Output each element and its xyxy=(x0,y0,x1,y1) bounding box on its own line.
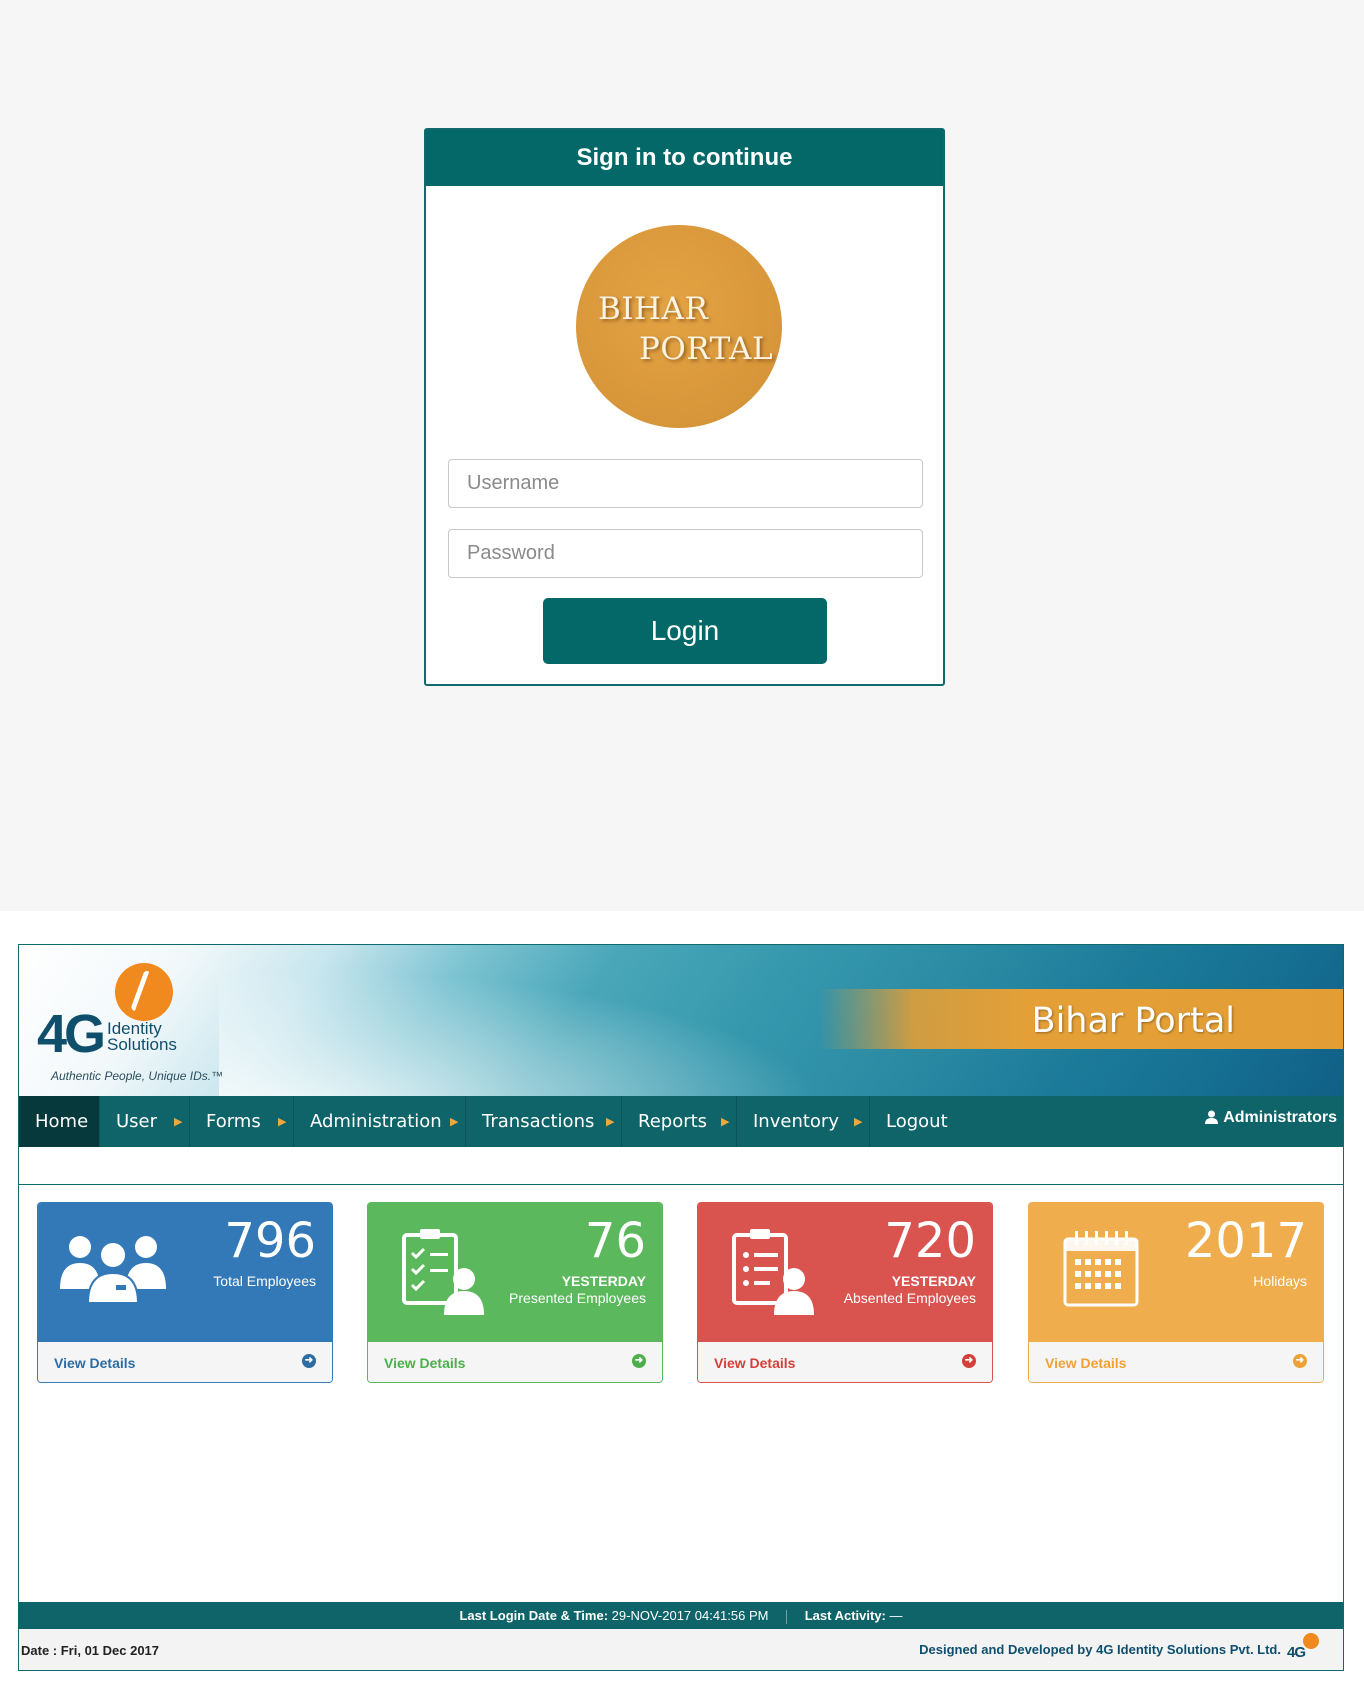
footer-company-logo: 4G xyxy=(1287,1633,1325,1667)
last-login-bar: Last Login Date & Time: 29-NOV-2017 04:4… xyxy=(19,1602,1343,1629)
last-activity-value: — xyxy=(889,1608,903,1623)
last-activity-label: Last Activity: xyxy=(804,1608,886,1623)
card-value: 76 xyxy=(584,1213,646,1269)
company-logo: 4G Identity Solutions Authentic People, … xyxy=(37,963,223,1083)
portal-logo-line2: PORTAL xyxy=(639,331,774,367)
card-label: Total Employees xyxy=(213,1273,316,1289)
card-value: 2017 xyxy=(1184,1213,1307,1269)
login-section: Sign in to continue BIHAR PORTAL Login xyxy=(0,0,1364,911)
logo-circle-icon xyxy=(1303,1633,1319,1649)
page-footer: Date : Fri, 01 Dec 2017 Designed and Dev… xyxy=(19,1629,1343,1670)
submenu-arrow-icon: ▶ xyxy=(606,1115,615,1128)
last-login-label: Last Login Date & Time: xyxy=(459,1608,609,1623)
clipboard-check-icon xyxy=(402,1229,484,1315)
view-details-link[interactable]: View Details xyxy=(714,1355,795,1371)
login-header: Sign in to continue xyxy=(426,130,943,186)
calendar-icon xyxy=(1063,1231,1139,1307)
submenu-arrow-icon: ▶ xyxy=(278,1115,287,1128)
logo-4g-text: 4G xyxy=(37,1004,106,1064)
nav-user[interactable]: User ▶ xyxy=(100,1096,190,1147)
user-icon xyxy=(1205,1110,1219,1124)
nav-home[interactable]: Home xyxy=(19,1096,100,1147)
card-label: Presented Employees xyxy=(509,1290,646,1306)
portal-logo-line1: BIHAR xyxy=(598,291,709,327)
submenu-arrow-icon: ▶ xyxy=(854,1115,863,1128)
view-details-link[interactable]: View Details xyxy=(384,1355,465,1371)
arrow-circle-right-icon[interactable]: ➜ xyxy=(1293,1354,1307,1368)
card-label: Absented Employees xyxy=(843,1290,976,1306)
nav-logout[interactable]: Logout xyxy=(870,1096,965,1147)
submenu-arrow-icon: ▶ xyxy=(721,1115,730,1128)
card-subtitle: YESTERDAY xyxy=(891,1273,976,1289)
arrow-circle-right-icon[interactable]: ➜ xyxy=(302,1354,316,1368)
nav-administration[interactable]: Administration ▶ xyxy=(294,1096,466,1147)
portal-title: Bihar Portal xyxy=(1031,1001,1235,1041)
view-details-link[interactable]: View Details xyxy=(1045,1355,1126,1371)
clipboard-list-icon xyxy=(732,1229,814,1315)
login-button[interactable]: Login xyxy=(543,598,827,664)
nav-reports[interactable]: Reports ▶ xyxy=(622,1096,737,1147)
total-employees-card: 796 Total Employees View Details ➜ xyxy=(37,1202,333,1383)
main-navbar: Home User ▶ Forms ▶ Administration ▶ Transa… xyxy=(19,1096,1343,1147)
login-card: Sign in to continue BIHAR PORTAL Login xyxy=(424,128,945,686)
bihar-portal-logo: BIHAR PORTAL xyxy=(576,225,782,428)
current-user[interactable]: Administrators xyxy=(1205,1108,1337,1127)
arrow-circle-right-icon[interactable]: ➜ xyxy=(962,1354,976,1368)
username-input[interactable] xyxy=(448,459,923,508)
arrow-circle-right-icon[interactable]: ➜ xyxy=(632,1354,646,1368)
password-input[interactable] xyxy=(448,529,923,578)
holidays-card: 2017 Holidays View Details ➜ xyxy=(1028,1202,1324,1383)
card-subtitle: YESTERDAY xyxy=(561,1273,646,1289)
nav-transactions[interactable]: Transactions ▶ xyxy=(466,1096,622,1147)
header-banner: 4G Identity Solutions Authentic People, … xyxy=(19,945,1343,1096)
card-value: 796 xyxy=(224,1213,316,1269)
card-value: 720 xyxy=(884,1213,976,1269)
last-login-value: 29-NOV-2017 04:41:56 PM xyxy=(611,1608,769,1623)
nav-forms[interactable]: Forms ▶ xyxy=(190,1096,294,1147)
view-details-link[interactable]: View Details xyxy=(54,1355,135,1371)
card-label: Holidays xyxy=(1253,1273,1307,1289)
submenu-arrow-icon: ▶ xyxy=(174,1115,183,1128)
absented-employees-card: 720 YESTERDAY Absented Employees View De… xyxy=(697,1202,993,1383)
footer-credit: Designed and Developed by 4G Identity So… xyxy=(919,1642,1281,1657)
logo-tagline: Authentic People, Unique IDs.™ xyxy=(51,1069,224,1083)
employees-icon xyxy=(60,1236,166,1304)
logo-identity-text: Identity Solutions xyxy=(107,1019,177,1054)
content-toolbar xyxy=(19,1147,1343,1185)
footer-date: Date : Fri, 01 Dec 2017 xyxy=(21,1643,160,1658)
submenu-arrow-icon: ▶ xyxy=(450,1115,459,1128)
presented-employees-card: 76 YESTERDAY Presented Employees View De… xyxy=(367,1202,663,1383)
dashboard-window: 4G Identity Solutions Authentic People, … xyxy=(18,944,1344,1671)
nav-inventory[interactable]: Inventory ▶ xyxy=(737,1096,870,1147)
